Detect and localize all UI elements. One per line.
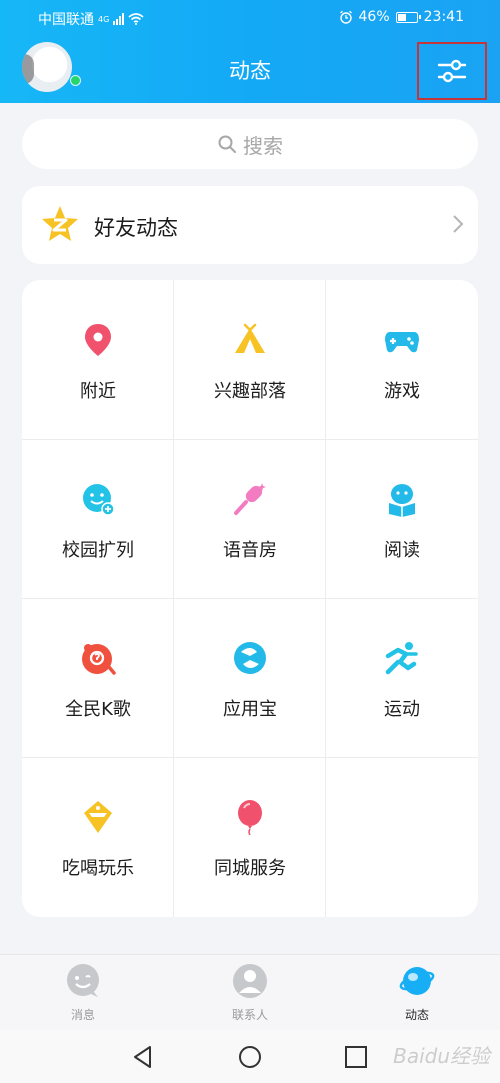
- message-icon: [67, 964, 99, 997]
- grid-item-label: 运动: [384, 699, 420, 720]
- grid-item-games[interactable]: 游戏: [326, 280, 478, 439]
- search-bar[interactable]: 搜索: [22, 119, 478, 169]
- book-reader-icon: [389, 484, 415, 517]
- wifi-icon: [128, 13, 144, 25]
- bottom-tab-bar: 消息 联系人 动态: [0, 954, 500, 1030]
- grid-item-label: 全民K歌: [65, 699, 131, 720]
- recents-icon[interactable]: [343, 1044, 369, 1070]
- grid-item-local-service[interactable]: 同城服务: [174, 757, 326, 916]
- grid-item-label: 校园扩列: [62, 540, 134, 561]
- grid-item-interest-tribe[interactable]: 兴趣部落: [174, 280, 326, 439]
- grid-item-label: 阅读: [384, 540, 420, 561]
- battery-icon: [395, 11, 421, 23]
- gamepad-icon: [385, 332, 419, 353]
- grid-item-app-store[interactable]: 应用宝: [174, 598, 326, 757]
- tab-contacts[interactable]: 联系人: [190, 963, 310, 1023]
- smile-plus-icon: [83, 484, 115, 516]
- status-bar: 中国联通 4G 46% 23:41: [0, 0, 500, 34]
- clock: 23:41: [423, 9, 464, 25]
- karaoke-icon: [82, 644, 116, 675]
- friends-feed-row[interactable]: 好友动态: [22, 186, 478, 264]
- signal-icon: [113, 13, 125, 25]
- watermark: Baidu经验: [393, 1044, 490, 1068]
- grid-item-food-fun[interactable]: 吃喝玩乐: [22, 757, 174, 916]
- grid-item-voice-room[interactable]: 语音房: [174, 439, 326, 598]
- battery-percent: 46%: [358, 9, 390, 25]
- location-pin-icon: [85, 324, 111, 356]
- grid-item-sports[interactable]: 运动: [326, 598, 478, 757]
- tab-label: 动态: [404, 1008, 429, 1022]
- app-store-icon: [234, 642, 266, 674]
- grid-item-label: 游戏: [384, 381, 420, 402]
- grid-item-karaoke[interactable]: 全民K歌: [22, 598, 174, 757]
- runner-icon: [385, 642, 418, 675]
- tab-messages[interactable]: 消息: [23, 963, 143, 1023]
- grid-item-label: 同城服务: [214, 858, 286, 879]
- chevron-right-icon: [453, 215, 464, 233]
- grid-item-label: 兴趣部落: [214, 381, 286, 402]
- tab-feeds[interactable]: 动态: [357, 963, 477, 1023]
- planet-icon: [399, 967, 435, 995]
- sliders-icon: [437, 59, 467, 83]
- grid-item-nearby[interactable]: 附近: [22, 280, 174, 439]
- bag-icon: [84, 801, 112, 833]
- grid-item-label: 应用宝: [223, 699, 277, 720]
- alarm-icon: [339, 10, 352, 24]
- carrier-label: 中国联通: [38, 12, 94, 28]
- home-icon[interactable]: [237, 1044, 263, 1070]
- microphone-icon: [234, 483, 266, 515]
- feature-grid: 附近 兴趣部落 游戏 校园扩列 语音房 阅读 全民K歌 应用宝 运动 吃喝玩乐: [22, 280, 478, 917]
- friends-feed-label: 好友动态: [94, 216, 178, 240]
- search-icon: [218, 135, 236, 153]
- grid-item-label: 语音房: [223, 540, 277, 561]
- tab-label: 联系人: [231, 1008, 268, 1022]
- grid-item-label: 吃喝玩乐: [62, 858, 134, 879]
- back-icon[interactable]: [130, 1044, 156, 1070]
- filter-settings-button[interactable]: [417, 42, 487, 100]
- tent-icon: [235, 323, 265, 353]
- tab-label: 消息: [70, 1008, 95, 1022]
- search-placeholder: 搜索: [243, 133, 283, 158]
- grid-item-reading[interactable]: 阅读: [326, 439, 478, 598]
- contacts-icon: [233, 964, 267, 998]
- balloon-icon: [238, 800, 262, 835]
- app-header: 中国联通 4G 46% 23:41 动态: [0, 0, 500, 103]
- qzone-star-icon: [42, 206, 78, 241]
- grid-item-label: 附近: [80, 381, 116, 402]
- network-label: 4G: [98, 14, 110, 24]
- grid-item-campus[interactable]: 校园扩列: [22, 439, 174, 598]
